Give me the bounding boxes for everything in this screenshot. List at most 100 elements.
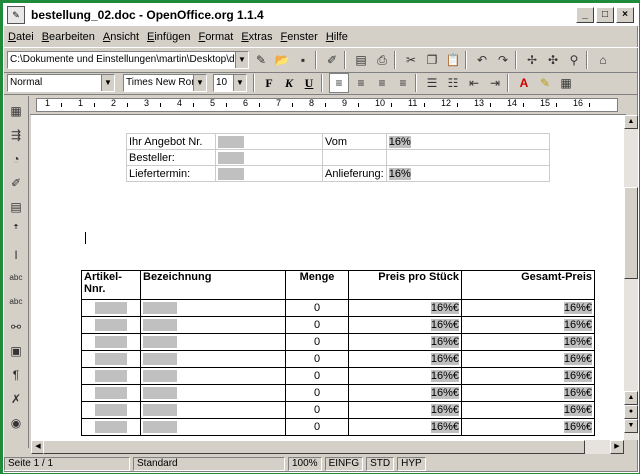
- insert-object-icon[interactable]: ◔: [7, 150, 25, 168]
- description-cell[interactable]: [140, 384, 286, 402]
- article-cell[interactable]: [81, 367, 141, 385]
- hyperlink-icon[interactable]: ⚲: [565, 51, 583, 69]
- horizontal-scroll-thumb[interactable]: [43, 440, 585, 454]
- article-cell[interactable]: [81, 299, 141, 317]
- autospellcheck-icon[interactable]: ᵃᵇᶜ: [7, 294, 25, 312]
- highlight-icon[interactable]: ✎: [536, 74, 554, 92]
- document-page[interactable]: Ihr Angebot Nr. Vom 16% Besteller: Liefe…: [31, 115, 624, 440]
- quantity-cell[interactable]: 0: [285, 316, 349, 334]
- decrease-indent-icon[interactable]: ⇤: [465, 74, 483, 92]
- text-cursor-icon[interactable]: I: [7, 246, 25, 264]
- menu-fenster[interactable]: Fenster: [281, 31, 318, 43]
- paragraph-style-select[interactable]: Normal ▼: [7, 74, 115, 92]
- description-cell[interactable]: [140, 333, 286, 351]
- unit-price-cell[interactable]: 16%€: [348, 350, 462, 368]
- gallery-icon[interactable]: ⌂: [594, 51, 612, 69]
- header-field[interactable]: [215, 149, 323, 166]
- spellcheck-icon[interactable]: ᵃᵇᶜ: [7, 270, 25, 288]
- total-price-cell[interactable]: 16%€: [461, 333, 595, 351]
- increase-indent-icon[interactable]: ⇥: [486, 74, 504, 92]
- web-layout-icon[interactable]: ◉: [7, 414, 25, 432]
- status-zoom[interactable]: 100%: [288, 457, 322, 471]
- chevron-down-icon[interactable]: ▼: [193, 75, 206, 91]
- menu-ansicht[interactable]: Ansicht: [103, 31, 139, 43]
- header-field[interactable]: [215, 165, 323, 182]
- bold-button[interactable]: F: [260, 74, 278, 92]
- copy-icon[interactable]: ❐: [423, 51, 441, 69]
- bullets-icon[interactable]: ☷: [444, 74, 462, 92]
- paste-icon[interactable]: 📋: [444, 51, 462, 69]
- horizontal-ruler[interactable]: 1 1 2 3 4 5 6 7 8 9 10 11 12 13 14 15 16: [36, 98, 618, 112]
- insert-icon[interactable]: ▦: [7, 102, 25, 120]
- description-cell[interactable]: [140, 367, 286, 385]
- description-cell[interactable]: [140, 418, 286, 436]
- background-color-icon[interactable]: ▦: [557, 74, 575, 92]
- status-insert-mode[interactable]: EINFG: [324, 457, 364, 471]
- unit-price-cell[interactable]: 16%€: [348, 333, 462, 351]
- total-price-cell[interactable]: 16%€: [461, 299, 595, 317]
- chevron-down-icon[interactable]: ▼: [235, 52, 248, 68]
- total-price-cell[interactable]: 16%€: [461, 401, 595, 419]
- data-sources-icon[interactable]: ▣: [7, 342, 25, 360]
- text-direction-icon[interactable]: ꜛ: [7, 222, 25, 240]
- article-cell[interactable]: [81, 418, 141, 436]
- graphics-off-icon[interactable]: ✗: [7, 390, 25, 408]
- vertical-scroll-thumb[interactable]: [624, 187, 638, 279]
- quantity-cell[interactable]: 0: [285, 333, 349, 351]
- font-color-icon[interactable]: A: [515, 74, 533, 92]
- page-up-icon[interactable]: ▲: [624, 391, 638, 405]
- open-folder-icon[interactable]: 📂: [273, 51, 291, 69]
- chevron-down-icon[interactable]: ▼: [233, 75, 246, 91]
- align-justify-icon[interactable]: ≡: [394, 74, 412, 92]
- article-cell[interactable]: [81, 401, 141, 419]
- cut-icon[interactable]: ✂: [402, 51, 420, 69]
- find-icon[interactable]: ⚯: [7, 318, 25, 336]
- edit-file-icon[interactable]: ✎: [252, 51, 270, 69]
- unit-price-cell[interactable]: 16%€: [348, 401, 462, 419]
- align-right-icon[interactable]: ≡: [373, 74, 391, 92]
- header-field[interactable]: [215, 133, 323, 150]
- menu-bearbeiten[interactable]: Bearbeiten: [42, 31, 95, 43]
- total-price-cell[interactable]: 16%€: [461, 384, 595, 402]
- app-icon[interactable]: ✎: [7, 6, 25, 24]
- insert-fields-icon[interactable]: ⇶: [7, 126, 25, 144]
- scroll-right-icon[interactable]: ▶: [610, 440, 624, 454]
- align-left-icon[interactable]: ≡: [329, 73, 349, 93]
- save-icon[interactable]: ▪: [294, 51, 312, 69]
- quantity-cell[interactable]: 0: [285, 367, 349, 385]
- navigator-icon[interactable]: ✢: [523, 51, 541, 69]
- status-hyperlink-mode[interactable]: HYP: [397, 457, 426, 471]
- quantity-cell[interactable]: 0: [285, 401, 349, 419]
- form-icon[interactable]: ▤: [7, 198, 25, 216]
- draw-functions-icon[interactable]: ✐: [7, 174, 25, 192]
- print-file-icon[interactable]: ▤: [352, 51, 370, 69]
- article-cell[interactable]: [81, 333, 141, 351]
- redo-icon[interactable]: ↷: [494, 51, 512, 69]
- horizontal-scrollbar[interactable]: ◀ ▶: [31, 440, 624, 454]
- description-cell[interactable]: [140, 299, 286, 317]
- stylist-icon[interactable]: ✣: [544, 51, 562, 69]
- status-selection-mode[interactable]: STD: [366, 457, 395, 471]
- menu-format[interactable]: Format: [198, 31, 233, 43]
- article-cell[interactable]: [81, 316, 141, 334]
- scroll-up-icon[interactable]: ▲: [624, 115, 638, 129]
- menu-hilfe[interactable]: Hilfe: [326, 31, 348, 43]
- total-price-cell[interactable]: 16%€: [461, 418, 595, 436]
- font-size-select[interactable]: 10 ▼: [213, 74, 247, 92]
- numbering-icon[interactable]: ☰: [423, 74, 441, 92]
- print-icon[interactable]: ⎙: [373, 51, 391, 69]
- menu-extras[interactable]: Extras: [241, 31, 272, 43]
- unit-price-cell[interactable]: 16%€: [348, 367, 462, 385]
- total-price-cell[interactable]: 16%€: [461, 316, 595, 334]
- total-price-cell[interactable]: 16%€: [461, 350, 595, 368]
- quantity-cell[interactable]: 0: [285, 418, 349, 436]
- menu-datei[interactable]: Datei: [8, 31, 34, 43]
- quantity-cell[interactable]: 0: [285, 384, 349, 402]
- description-cell[interactable]: [140, 350, 286, 368]
- unit-price-cell[interactable]: 16%€: [348, 384, 462, 402]
- unit-price-cell[interactable]: 16%€: [348, 299, 462, 317]
- url-input[interactable]: C:\Dokumente und Einstellungen\martin\De…: [7, 51, 249, 69]
- navigation-icon[interactable]: ●: [624, 405, 638, 419]
- unit-price-cell[interactable]: 16%€: [348, 418, 462, 436]
- underline-button[interactable]: U: [300, 74, 318, 92]
